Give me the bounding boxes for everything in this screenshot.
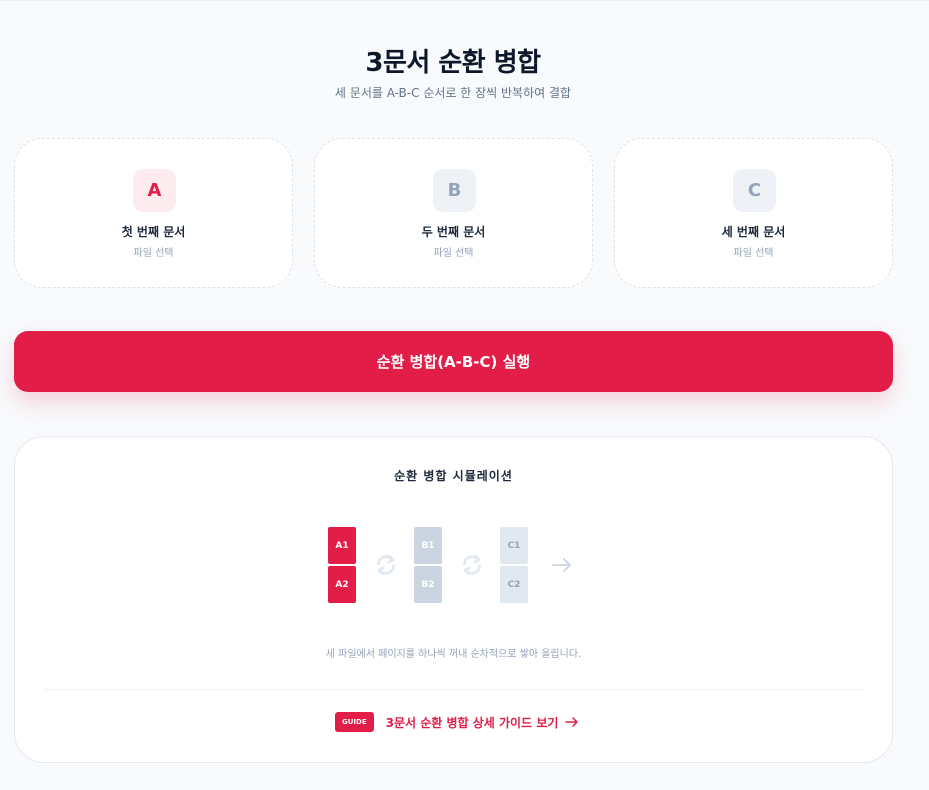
- page-a2: A2: [328, 566, 356, 603]
- document-b-card[interactable]: B 두 번째 문서 파일 선택: [314, 138, 593, 288]
- simulation-title: 순환 병합 시뮬레이션: [394, 469, 513, 483]
- page-title: 3문서 순환 병합: [365, 48, 541, 78]
- document-c-badge: C: [733, 169, 776, 212]
- page-b1: B1: [414, 527, 442, 564]
- document-b-badge: B: [433, 169, 476, 212]
- document-b-label: 두 번째 문서: [421, 225, 486, 239]
- simulation-description: 세 파일에서 페이지를 하나씩 꺼내 순차적으로 쌓아 올립니다.: [325, 649, 582, 660]
- page-c2: C2: [500, 566, 528, 603]
- guide-link[interactable]: GUIDE 3문서 순환 병합 상세 가이드 보기: [335, 711, 579, 733]
- guide-text: 3문서 순환 병합 상세 가이드 보기: [385, 715, 559, 730]
- top-border: [0, 0, 929, 1]
- refresh-cycle-icon: [377, 554, 395, 576]
- document-a-card[interactable]: A 첫 번째 문서 파일 선택: [14, 138, 293, 288]
- run-merge-button[interactable]: 순환 병합(A-B-C) 실행: [14, 331, 893, 392]
- guide-tag: GUIDE: [335, 712, 374, 732]
- document-a-badge: A: [133, 169, 176, 212]
- document-a-label: 첫 번째 문서: [121, 225, 186, 239]
- page-b2: B2: [414, 566, 442, 603]
- simulation-panel: 순환 병합 시뮬레이션 A1 A2 B1 B2 C1 C2 세 파일에서 페이지…: [14, 436, 893, 763]
- refresh-cycle-icon: [463, 554, 481, 576]
- page-a1: A1: [328, 527, 356, 564]
- page-c1: C1: [500, 527, 528, 564]
- document-a-hint: 파일 선택: [133, 248, 174, 259]
- document-c-label: 세 번째 문서: [721, 225, 786, 239]
- divider: [45, 689, 864, 690]
- document-c-hint: 파일 선택: [733, 248, 774, 259]
- document-c-card[interactable]: C 세 번째 문서 파일 선택: [614, 138, 893, 288]
- arrow-right-icon: [565, 717, 579, 727]
- arrow-right-icon: [552, 558, 571, 572]
- document-b-hint: 파일 선택: [433, 248, 474, 259]
- page-subtitle: 세 문서를 A-B-C 순서로 한 장씩 반복하여 결합: [334, 86, 572, 100]
